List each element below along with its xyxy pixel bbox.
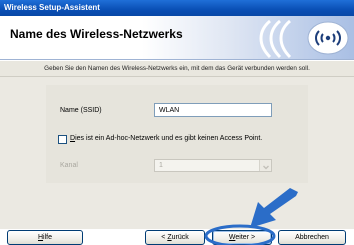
chevron-down-icon[interactable] — [259, 160, 271, 171]
adhoc-checkbox-label[interactable]: Dies ist ein Ad-hoc-Netzwerk und es gibt… — [70, 135, 262, 142]
adhoc-label-text: ies ist ein Ad-hoc-Netzwerk und es gibt … — [75, 135, 263, 142]
wireless-signal-icon — [259, 19, 349, 59]
page-title: Name des Wireless-Netzwerks — [10, 27, 183, 41]
title-bar: Wireless Setup-Assistent — [0, 0, 354, 16]
instruction-text: Geben Sie den Namen des Wireless-Netzwer… — [0, 61, 354, 77]
help-button[interactable]: Hilfe — [7, 230, 83, 245]
kanal-select[interactable]: 1 — [154, 159, 272, 172]
ssid-input[interactable] — [154, 103, 272, 117]
next-label: eiter > — [235, 234, 256, 241]
header-banner: Name des Wireless-Netzwerks — [0, 16, 354, 60]
adhoc-checkbox[interactable] — [58, 135, 67, 144]
cancel-button[interactable]: Abbrechen — [278, 230, 346, 245]
content-panel — [0, 77, 354, 229]
help-label: ilfe — [43, 234, 52, 241]
ssid-label: Name (SSID) — [60, 107, 102, 114]
back-button[interactable]: < Zurück — [145, 230, 205, 245]
next-button[interactable]: Weiter > — [212, 230, 272, 245]
back-label: urück — [171, 234, 189, 241]
kanal-selected-value: 1 — [159, 162, 163, 169]
window-title: Wireless Setup-Assistent — [4, 3, 100, 12]
kanal-label: Kanal — [60, 162, 78, 169]
